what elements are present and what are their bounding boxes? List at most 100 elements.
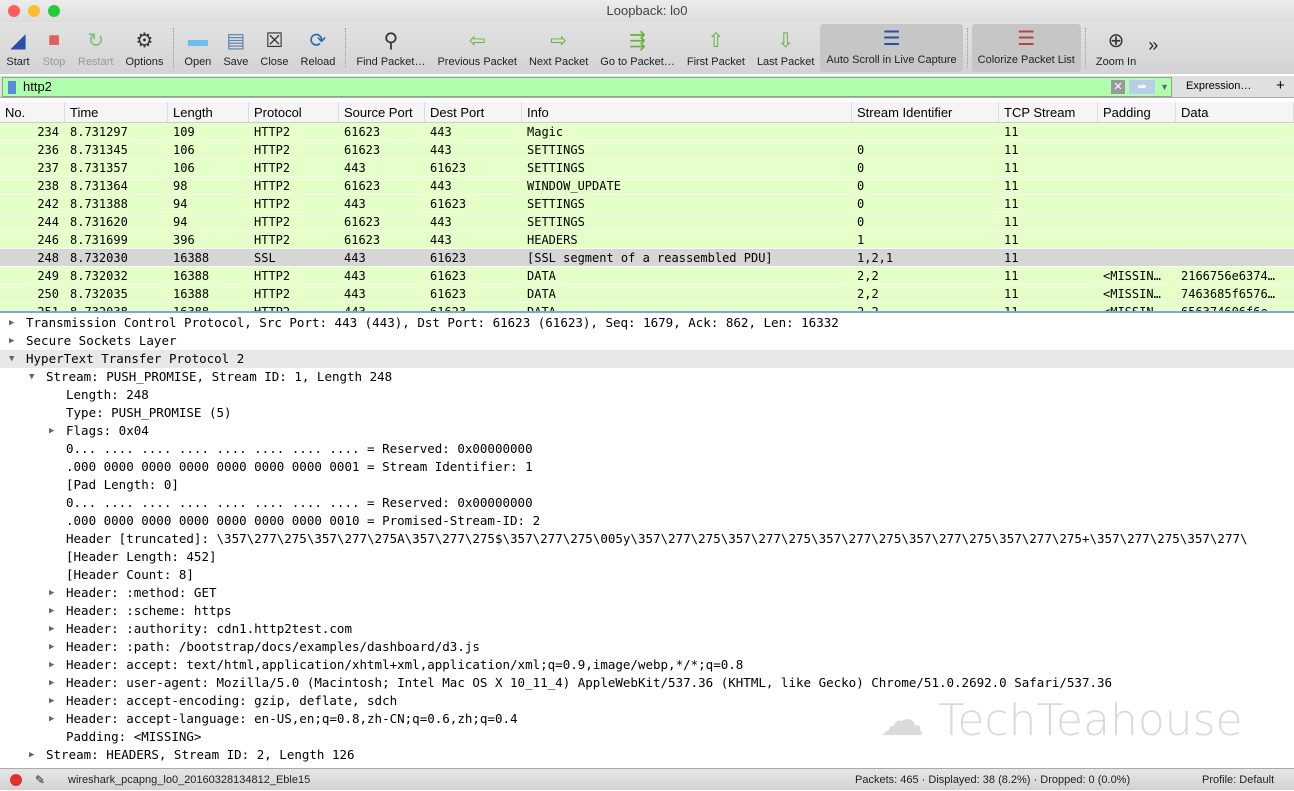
collapsed-arrow-icon[interactable]: ▶ [49, 602, 54, 620]
packet-row[interactable]: 246 8.731699 396 HTTP2 61623 443 HEADERS 1 11 [0, 231, 1294, 249]
packet-row[interactable]: 242 8.731388 94 HTTP2 443 61623 SETTINGS 0 11 [0, 195, 1294, 213]
save-button[interactable]: ▤ Save [217, 22, 254, 74]
packet-cell: 396 [173, 233, 195, 247]
stop-button[interactable]: ■ Stop [36, 22, 72, 74]
clear-filter-icon[interactable]: ✕ [1111, 80, 1125, 94]
minimize-window-button[interactable] [28, 5, 40, 17]
expanded-arrow-icon[interactable]: ▼ [9, 350, 14, 368]
detail-tree-item[interactable]: .000 0000 0000 0000 0000 0000 0000 0001 … [0, 458, 1294, 476]
packet-row[interactable]: 236 8.731345 106 HTTP2 61623 443 SETTINGS 0 11 [0, 141, 1294, 159]
detail-tree-item[interactable]: ▶ Header: :method: GET [0, 584, 1294, 602]
close-button[interactable]: ☒ Close [254, 22, 294, 74]
column-header[interactable]: Stream Identifier [852, 102, 999, 122]
detail-tree-item[interactable]: ▶ Flags: 0x04 [0, 422, 1294, 440]
detail-tree-item[interactable]: ▶ Stream: HEADERS, Stream ID: 2, Length 1… [0, 746, 1294, 764]
detail-tree-item[interactable]: ▶ Header: :authority: cdn1.http2test.com [0, 620, 1294, 638]
filter-history-chevron-icon[interactable]: ▼ [1160, 78, 1169, 96]
packet-row[interactable]: 250 8.732035 16388 HTTP2 443 61623 DATA 2,2 11 <M… [0, 285, 1294, 303]
column-header[interactable]: Dest Port [425, 102, 522, 122]
apply-filter-icon[interactable]: ➡ [1129, 80, 1155, 94]
column-header[interactable]: Time [65, 102, 168, 122]
detail-tree-item[interactable]: [Header Count: 8] [0, 566, 1294, 584]
detail-tree-item[interactable]: Header [truncated]: \357\277\275\357\277… [0, 530, 1294, 548]
capture-status-icon[interactable] [10, 774, 22, 786]
next-packet-button[interactable]: ⇨ Next Packet [523, 22, 594, 74]
packet-cell: 8.731388 [70, 197, 128, 211]
packet-row[interactable]: 244 8.731620 94 HTTP2 61623 443 SETTINGS 0 11 [0, 213, 1294, 231]
packet-cell: HTTP2 [254, 125, 291, 139]
detail-tree-item[interactable]: Length: 248 [0, 386, 1294, 404]
detail-tree-item[interactable]: ▶ Secure Sockets Layer [0, 332, 1294, 350]
packet-row[interactable]: 237 8.731357 106 HTTP2 443 61623 SETTINGS 0 11 [0, 159, 1294, 177]
packet-cell: DATA [527, 269, 556, 283]
edit-comment-icon[interactable]: ✎ [35, 769, 45, 791]
packet-cell: 234 [37, 125, 59, 139]
bookmark-icon[interactable] [8, 81, 16, 94]
close-window-button[interactable] [8, 5, 20, 17]
previous-packet-button[interactable]: ⇦ Previous Packet [431, 22, 522, 74]
column-header[interactable]: Source Port [339, 102, 425, 122]
packet-row[interactable]: 248 8.732030 16388 SSL 443 61623 [SSL segment … [0, 249, 1294, 267]
packet-cell: HTTP2 [254, 233, 291, 247]
packet-row[interactable]: 251 8.732038 16388 HTTP2 443 61623 DATA 2,2 11 <M… [0, 303, 1294, 311]
detail-tree-item[interactable]: .000 0000 0000 0000 0000 0000 0000 0010 … [0, 512, 1294, 530]
auto-scroll-in-live-capture-button[interactable]: ☰ Auto Scroll in Live Capture [820, 24, 963, 72]
packet-cell: 242 [37, 197, 59, 211]
detail-tree-item[interactable]: 0... .... .... .... .... .... .... .... … [0, 440, 1294, 458]
zoom-window-button[interactable] [48, 5, 60, 17]
detail-tree-item[interactable]: ▶ Header: accept: text/html,application/x… [0, 656, 1294, 674]
colorize-packet-list-button[interactable]: ☰ Colorize Packet List [971, 24, 1081, 72]
zoom-in-button[interactable]: ⊕ Zoom In [1090, 22, 1142, 74]
detail-tree-item[interactable]: Type: PUSH_PROMISE (5) [0, 404, 1294, 422]
collapsed-arrow-icon[interactable]: ▶ [29, 746, 34, 764]
detail-tree-item[interactable]: ▼ Stream: PUSH_PROMISE, Stream ID: 1, Len… [0, 368, 1294, 386]
packet-list[interactable]: No. Time Length Protocol Source Port Dest Por… [0, 102, 1294, 313]
detail-tree-item[interactable]: 0... .... .... .... .... .... .... .... … [0, 494, 1294, 512]
display-filter-input[interactable]: http2 ✕ ➡ ▼ [2, 77, 1172, 97]
column-header[interactable]: TCP Stream [999, 102, 1098, 122]
last-packet-button[interactable]: ⇩ Last Packet [751, 22, 820, 74]
add-filter-button[interactable]: + [1276, 77, 1285, 94]
column-header[interactable]: Info [522, 102, 852, 122]
collapsed-arrow-icon[interactable]: ▶ [49, 620, 54, 638]
collapsed-arrow-icon[interactable]: ▶ [9, 332, 14, 350]
packet-cell [852, 123, 999, 140]
collapsed-arrow-icon[interactable]: ▶ [49, 422, 54, 440]
find-packet-button[interactable]: ⚲ Find Packet… [350, 22, 431, 74]
first-packet-button[interactable]: ⇧ First Packet [681, 22, 751, 74]
collapsed-arrow-icon[interactable]: ▶ [49, 674, 54, 692]
collapsed-arrow-icon[interactable]: ▶ [9, 314, 14, 332]
collapsed-arrow-icon[interactable]: ▶ [49, 656, 54, 674]
collapsed-arrow-icon[interactable]: ▶ [49, 584, 54, 602]
open-button[interactable]: ▬ Open [178, 22, 217, 74]
collapsed-arrow-icon[interactable]: ▶ [49, 692, 54, 710]
options-button[interactable]: ⚙ Options [119, 22, 169, 74]
reload-button[interactable]: ⟳ Reload [295, 22, 342, 74]
column-header[interactable]: No. [0, 102, 65, 122]
detail-tree-item[interactable]: ▼ HyperText Transfer Protocol 2 [0, 350, 1294, 368]
collapsed-arrow-icon[interactable]: ▶ [49, 710, 54, 728]
detail-tree-item[interactable]: ▶ Header: :path: /bootstrap/docs/examples… [0, 638, 1294, 656]
collapsed-arrow-icon[interactable]: ▶ [49, 638, 54, 656]
detail-tree-item[interactable]: [Pad Length: 0] [0, 476, 1294, 494]
packet-cell: 1 [857, 233, 865, 247]
restart-button[interactable]: ↻ Restart [72, 22, 119, 74]
packet-cell: 11 [1004, 197, 1019, 211]
column-header[interactable]: Protocol [249, 102, 339, 122]
detail-tree-item[interactable]: ▶ Header: :scheme: https [0, 602, 1294, 620]
detail-tree-item[interactable]: ▶ Header: user-agent: Mozilla/5.0 (Macint… [0, 674, 1294, 692]
expression-button[interactable]: Expression… [1186, 80, 1251, 92]
start-button[interactable]: ◢ Start [0, 22, 36, 74]
go-to-packet-button[interactable]: ⇶ Go to Packet… [594, 22, 681, 74]
column-header[interactable]: Data [1176, 102, 1294, 122]
column-header[interactable]: Padding [1098, 102, 1176, 122]
column-header[interactable]: Length [168, 102, 249, 122]
profile-label[interactable]: Profile: Default [1202, 769, 1274, 791]
packet-row[interactable]: 238 8.731364 98 HTTP2 61623 443 WINDOW_UPDATE 0… [0, 177, 1294, 195]
packet-row[interactable]: 249 8.732032 16388 HTTP2 443 61623 DATA 2,2 11 <M… [0, 267, 1294, 285]
more-toolbar-chevron-icon[interactable]: » [1142, 22, 1164, 74]
detail-tree-item[interactable]: [Header Length: 452] [0, 548, 1294, 566]
expanded-arrow-icon[interactable]: ▼ [29, 368, 34, 386]
detail-tree-item[interactable]: ▶ Transmission Control Protocol, Src Port… [0, 314, 1294, 332]
packet-row[interactable]: 234 8.731297 109 HTTP2 61623 443 Magic 11 [0, 123, 1294, 141]
